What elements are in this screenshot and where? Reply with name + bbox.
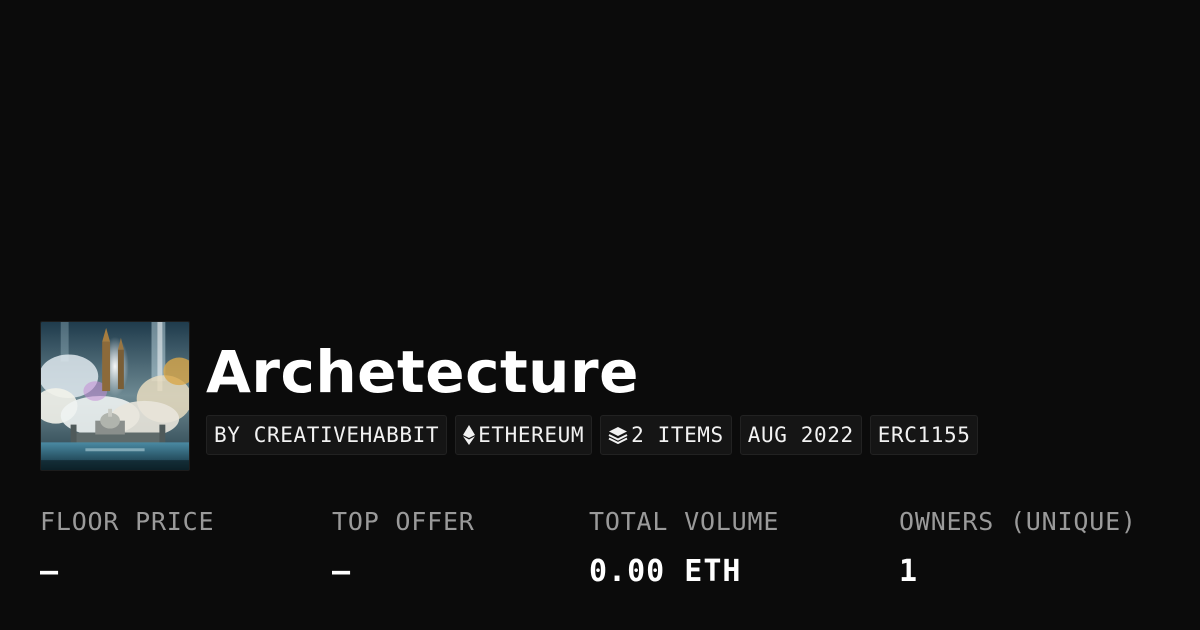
- chain-chip[interactable]: ETHEREUM: [455, 415, 593, 455]
- chain-label: ETHEREUM: [478, 423, 585, 447]
- collection-thumbnail[interactable]: [40, 321, 190, 471]
- owners-label: OWNERS (UNIQUE): [899, 507, 1137, 536]
- date-chip: AUG 2022: [739, 415, 862, 455]
- standard-chip: ERC1155: [869, 415, 979, 455]
- top-offer-value: —: [332, 554, 352, 589]
- top-offer-label: TOP OFFER: [332, 507, 475, 536]
- total-volume-value: 0.00 ETH: [589, 554, 742, 589]
- ethereum-icon: [463, 425, 476, 445]
- collection-card: { "collection": { "name": "Archetecture"…: [0, 0, 1200, 630]
- collection-meta-chips: BY CREATIVEHABBIT ETHEREUM 2 ITEMS AUG 2…: [206, 415, 979, 455]
- items-label: 2 ITEMS: [631, 423, 724, 447]
- owners-value: 1: [899, 554, 919, 589]
- layers-icon: [608, 426, 628, 444]
- creator-label: BY CREATIVEHABBIT: [214, 423, 440, 447]
- collection-title: Archetecture: [206, 338, 639, 406]
- fantasy-palace-artwork: [41, 322, 189, 470]
- date-label: AUG 2022: [747, 423, 854, 447]
- floor-price-value: —: [40, 554, 60, 589]
- items-chip[interactable]: 2 ITEMS: [600, 415, 732, 455]
- total-volume-label: TOTAL VOLUME: [589, 507, 780, 536]
- floor-price-label: FLOOR PRICE: [40, 507, 215, 536]
- creator-chip[interactable]: BY CREATIVEHABBIT: [206, 415, 448, 455]
- standard-label: ERC1155: [877, 423, 971, 447]
